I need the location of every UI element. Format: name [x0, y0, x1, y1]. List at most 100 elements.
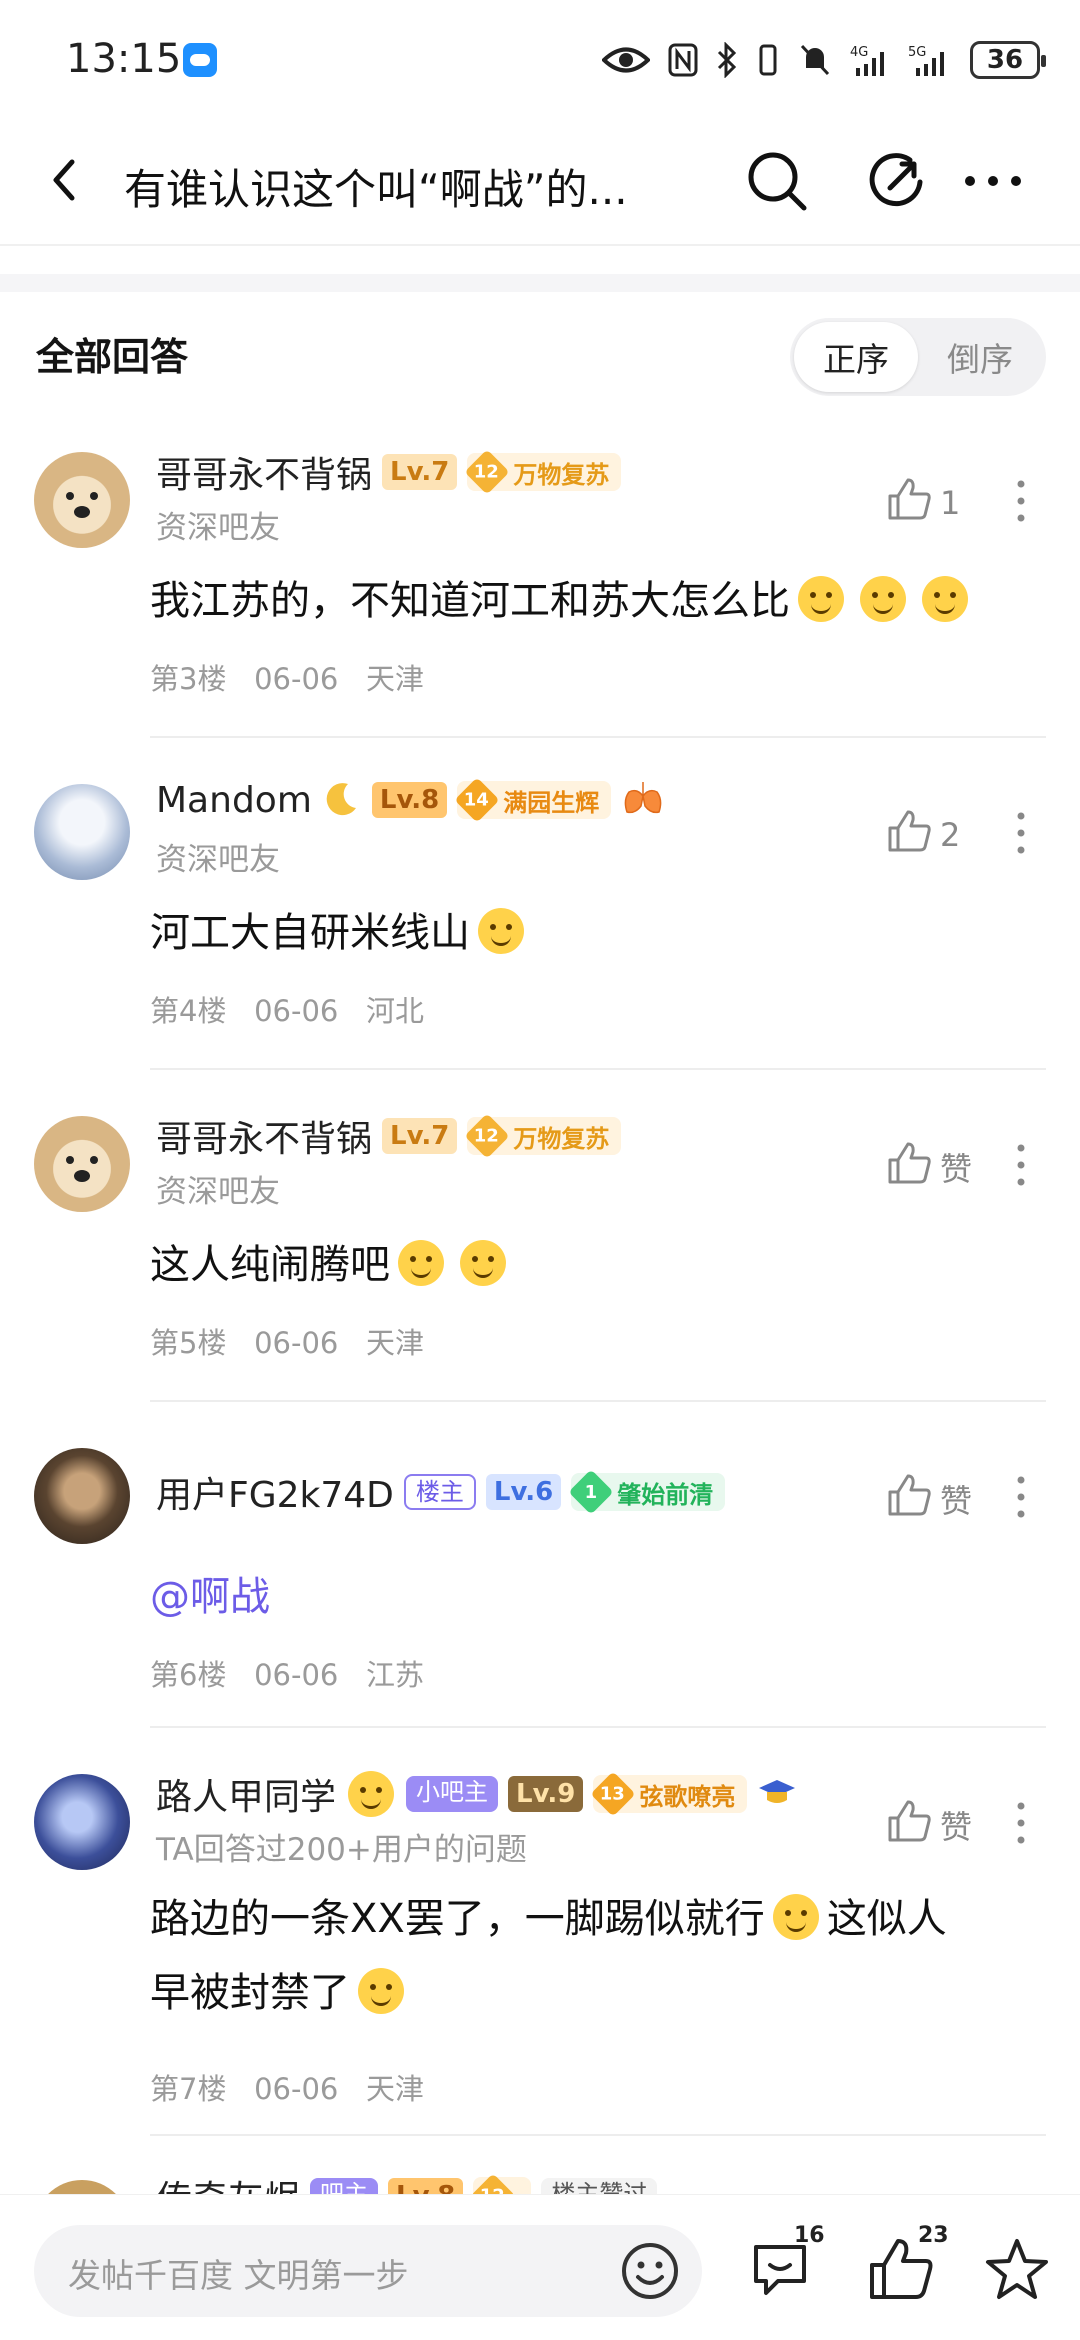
location: 江苏 — [366, 1658, 425, 1692]
username[interactable]: Mandom — [156, 780, 312, 821]
username[interactable]: 哥哥永不背锅 — [156, 446, 372, 498]
date: 06-06 — [254, 1326, 339, 1360]
like-label: 赞 — [940, 1482, 973, 1520]
moderator-tag: 小吧主 — [406, 1776, 499, 1812]
medal-badge: 13 弦歌嘹亮 — [590, 1771, 748, 1817]
username[interactable]: 传奇灰烬 — [156, 2174, 300, 2194]
date: 06-06 — [254, 662, 339, 696]
floor: 第7楼 — [150, 2072, 227, 2106]
signal-4g-icon: 4G — [850, 40, 890, 80]
level-badge: Lv.9 — [508, 1776, 584, 1812]
laugh-emoji — [772, 1894, 819, 1940]
bottom-bar: 发帖千百度 文明第一步 16 23 — [0, 2194, 1080, 2340]
medal-badge: 12 万物复苏 — [464, 1113, 622, 1159]
smile-emoji — [922, 576, 968, 622]
date: 06-06 — [254, 2072, 339, 2106]
like-button[interactable]: 2 — [886, 808, 960, 862]
nfc-icon — [668, 40, 698, 80]
comment-count: 16 — [794, 2223, 825, 2248]
like-button[interactable]: 1 — [886, 476, 960, 530]
svg-text:4G: 4G — [850, 45, 868, 60]
reply-input[interactable]: 发帖千百度 文明第一步 — [34, 2225, 702, 2317]
medal-badge: 1 肇始前清 — [568, 1469, 726, 1515]
sort-toggle: 正序 倒序 — [790, 318, 1046, 396]
more-vertical-icon[interactable] — [1006, 1798, 1036, 1848]
love-emoji — [348, 1771, 395, 1817]
like-button[interactable]: 赞 — [886, 1140, 972, 1194]
thumb-up-icon — [886, 808, 932, 862]
comment-item-partial: 传奇灰烬 吧主 Lv.8 12 楼主赞过 — [0, 2174, 1080, 2194]
user-title: 资深吧友 — [156, 842, 280, 878]
like-button[interactable]: 赞 — [886, 1798, 972, 1852]
avatar[interactable] — [34, 1116, 130, 1212]
moon-icon — [322, 778, 362, 822]
bluetooth-icon — [716, 40, 738, 80]
page-title: 有谁认识这个叫“啊战”的... — [124, 165, 628, 214]
date: 06-06 — [254, 1658, 339, 1692]
username[interactable]: 路人甲同学 — [156, 1768, 336, 1820]
back-icon[interactable] — [38, 150, 98, 210]
sort-ascending-button[interactable]: 正序 — [794, 322, 918, 392]
op-tag: 楼主 — [403, 1474, 476, 1510]
more-vertical-icon[interactable] — [1006, 808, 1036, 858]
avatar[interactable] — [34, 452, 130, 548]
avatar[interactable] — [34, 1448, 130, 1544]
medal-badge: 14 满园生辉 — [454, 777, 612, 823]
star-icon[interactable] — [982, 2235, 1052, 2305]
like-label: 赞 — [940, 1808, 973, 1846]
divider — [150, 1726, 1046, 1728]
smile-emoji — [798, 576, 844, 622]
mention-link[interactable]: @啊战 — [150, 1560, 1050, 1634]
status-icons: 4G 5G 36 — [602, 38, 1046, 82]
user-title: 资深吧友 — [156, 510, 280, 546]
floor: 第5楼 — [150, 1326, 227, 1360]
level-badge: Lv.6 — [485, 1474, 562, 1510]
search-icon[interactable] — [742, 146, 812, 216]
sort-descending-button[interactable]: 倒序 — [918, 322, 1042, 392]
user-info-row: 传奇灰烬 吧主 Lv.8 12 楼主赞过 — [156, 2174, 658, 2194]
comment-meta: 第4楼 06-06 河北 — [150, 988, 424, 1030]
user-info-row: 用户FG2k74D 楼主 Lv.6 1 肇始前清 — [156, 1466, 726, 1518]
share-icon[interactable] — [862, 146, 932, 216]
sweat-emoji — [460, 1240, 506, 1286]
comment-meta: 第7楼 06-06 天津 — [150, 2066, 424, 2108]
like-count: 2 — [940, 816, 961, 854]
username[interactable]: 用户FG2k74D — [156, 1466, 394, 1518]
more-vertical-icon[interactable] — [1006, 476, 1036, 526]
signal-5g-icon: 5G — [908, 40, 952, 80]
avatar[interactable] — [34, 1774, 130, 1870]
more-icon[interactable] — [958, 146, 1028, 216]
thumb-up-icon — [886, 1798, 932, 1852]
level-badge: Lv.8 — [388, 2178, 464, 2194]
divider — [150, 2134, 1046, 2136]
clock: 13:15 — [66, 36, 182, 82]
user-info-row: 哥哥永不背锅 Lv.7 12 万物复苏 — [156, 1110, 622, 1162]
location: 河北 — [366, 994, 425, 1028]
user-title: TA回答过200+用户的问题 — [156, 1832, 527, 1868]
thumb-up-icon — [886, 476, 932, 530]
location: 天津 — [366, 2072, 425, 2106]
avatar[interactable] — [34, 2180, 130, 2194]
user-title: 资深吧友 — [156, 1174, 280, 1210]
emoji-icon[interactable] — [618, 2239, 682, 2303]
svg-text:5G: 5G — [908, 45, 926, 60]
liked-by-op-tag: 楼主赞过 — [541, 2178, 658, 2194]
location: 天津 — [366, 662, 425, 696]
user-info-row: 哥哥永不背锅 Lv.7 12 万物复苏 — [156, 446, 622, 498]
battery-indicator: 36 — [970, 41, 1046, 79]
divider — [150, 1068, 1046, 1070]
grin-emoji — [358, 1968, 404, 2014]
level-badge: Lv.7 — [382, 454, 458, 490]
username[interactable]: 哥哥永不背锅 — [156, 1110, 372, 1162]
status-bar: 13:15 4G 5G 36 — [0, 0, 1080, 120]
more-vertical-icon[interactable] — [1006, 1140, 1036, 1190]
user-info-row: Mandom Lv.8 14 满园生辉 — [156, 777, 665, 823]
thumb-up-icon — [886, 1472, 932, 1526]
more-vertical-icon[interactable] — [1006, 1472, 1036, 1522]
user-info-row: 路人甲同学 小吧主 Lv.9 13 弦歌嘹亮 — [156, 1768, 797, 1820]
vibrate-icon — [756, 40, 780, 80]
avatar[interactable] — [34, 784, 130, 880]
floor: 第4楼 — [150, 994, 227, 1028]
section-title: 全部回答 — [36, 335, 189, 379]
like-button[interactable]: 赞 — [886, 1472, 972, 1526]
